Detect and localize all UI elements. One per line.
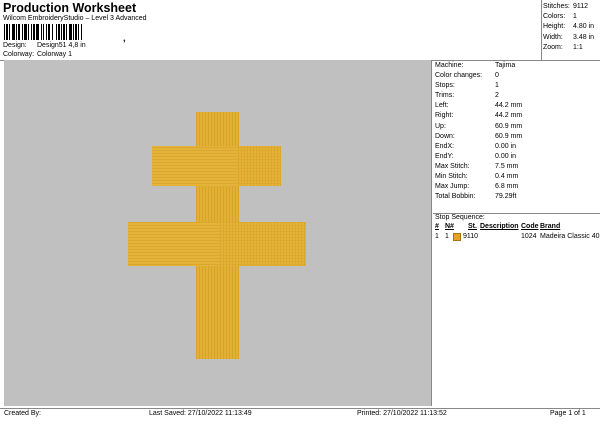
col-st: St. [468,223,477,230]
col-brand: Brand [540,223,561,230]
machine-info-row: Total Bobbin: 79.29ft [435,193,517,201]
machine-info-row: EndX: 0.00 in [435,142,517,150]
col-n: N# [445,223,454,230]
cross-lower-bar-shade [220,222,306,266]
machine-info-row: Left: 44.2 mm [435,102,523,110]
thread-color-swatch [453,233,461,241]
stats-panel: Stitches: 9112 Colors: 1 Height: 4.80 in Wi… [543,2,600,53]
page-number: Page 1 of 1 [550,410,586,417]
machine-info-row: Machine: Tajima [435,62,516,69]
machine-info-row: Right: 44.2 mm [435,112,523,120]
design-preview [128,112,306,359]
design-canvas[interactable] [4,60,432,406]
stat-row: Zoom: 1:1 [543,43,583,51]
design-row: Design: [3,42,27,49]
machine-info-row: Max Stitch: 7.5 mm [435,162,519,170]
machine-info-row: EndY: 0.00 in [435,152,517,160]
footer-divider [0,408,600,409]
machine-info-panel: Machine: Tajima Color changes: 0 Stops: 1 Trim… [435,61,600,202]
col-code: Code [521,223,539,230]
colorway-label: Colorway: [3,51,35,58]
machine-info-row: Stops: 1 [435,82,499,90]
stat-row: Colors: 1 [543,13,577,21]
stop-sequence-title: Stop Sequence: [435,214,485,221]
design-label: Design: [3,42,27,49]
machine-info-row: Up: 60.9 mm [435,122,523,130]
machine-info-row: Min Stitch: 0.4 mm [435,173,519,181]
machine-info-row: Max Jump: 6.8 mm [435,183,519,191]
stat-row: Height: 4.80 in [543,23,595,31]
printed-date: Printed: 27/10/2022 11:13:52 [357,410,447,417]
col-description: Description [480,223,519,230]
col-num: # [435,223,439,230]
stat-row: Width: 3.48 in [543,33,595,41]
stat-row: Stitches: 9112 [543,3,589,10]
machine-info-row: Down: 60.9 mm [435,132,523,140]
stats-divider [541,0,542,61]
design-value: Design51 4,8 in [37,42,86,49]
created-by: Created By: [4,410,41,417]
software-name: Wilcom EmbroideryStudio – Level 3 Advanc… [3,15,147,22]
page-title: Production Worksheet [3,1,137,15]
last-saved: Last Saved: 27/10/2022 11:13:49 [149,410,252,417]
barcode [4,24,122,40]
barcode-suffix: , [123,33,126,43]
colorway-value: Colorway 1 [37,51,73,58]
cross-upper-bar-shade [236,146,281,186]
machine-info-row: Trims: 2 [435,92,499,100]
machine-info-row: Color changes: 0 [435,72,499,80]
